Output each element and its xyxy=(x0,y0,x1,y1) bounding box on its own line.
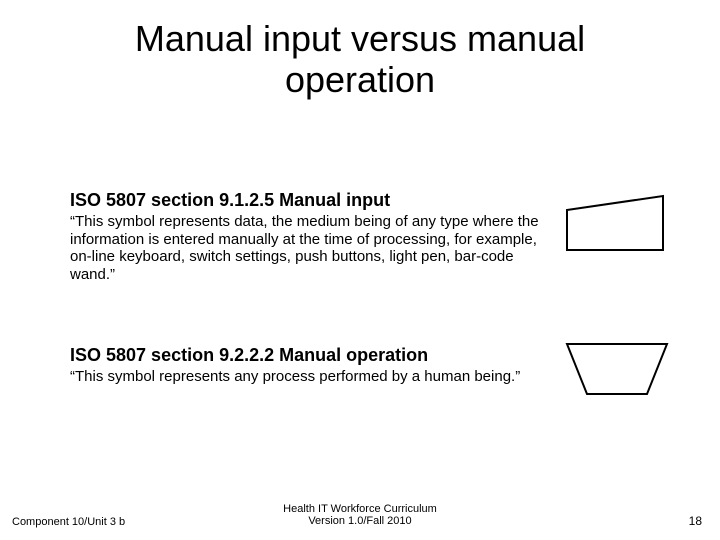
footer-center-line2: Version 1.0/Fall 2010 xyxy=(0,515,720,528)
manual-operation-icon xyxy=(565,340,669,403)
footer-center-line1: Health IT Workforce Curriculum xyxy=(0,503,720,516)
section-body-manual-input: “This symbol represents data, the medium… xyxy=(70,213,540,284)
slide-title: Manual input versus manualoperation xyxy=(0,18,720,101)
manual-input-icon xyxy=(565,192,665,259)
section-manual-operation: ISO 5807 section 9.2.2.2 Manual operatio… xyxy=(70,345,540,386)
section-heading-manual-operation: ISO 5807 section 9.2.2.2 Manual operatio… xyxy=(70,345,540,366)
section-manual-input: ISO 5807 section 9.1.2.5 Manual input “T… xyxy=(70,190,540,284)
section-heading-manual-input: ISO 5807 section 9.1.2.5 Manual input xyxy=(70,190,540,211)
footer-center: Health IT Workforce Curriculum Version 1… xyxy=(0,503,720,528)
page-number: 18 xyxy=(689,514,702,528)
section-body-manual-operation: “This symbol represents any process perf… xyxy=(70,368,540,386)
